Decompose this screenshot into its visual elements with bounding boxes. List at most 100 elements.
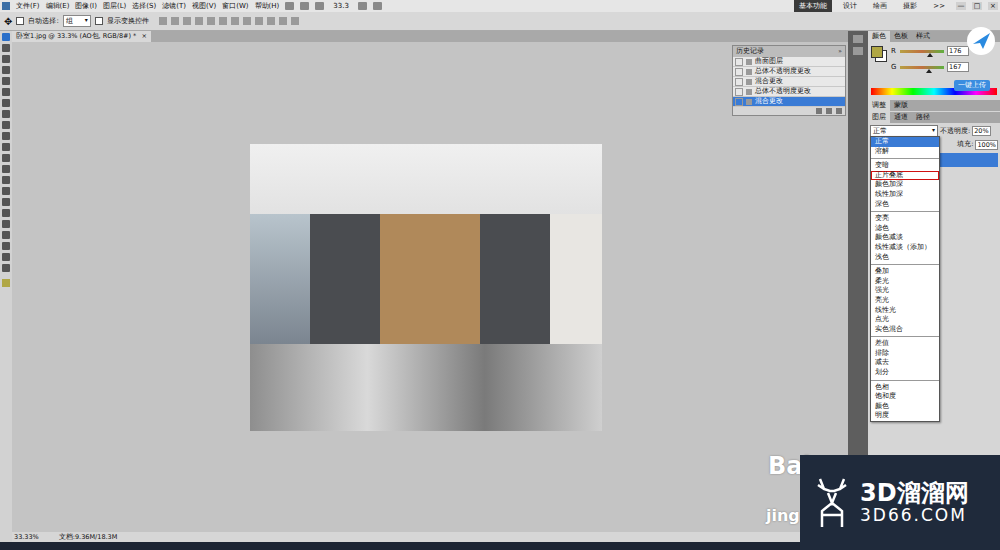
blend-mode-option[interactable]: 线性减淡（添加） (871, 243, 939, 253)
tool-icon[interactable] (2, 165, 10, 173)
tool-icon[interactable] (2, 220, 10, 228)
panel-tab[interactable]: 样式 (912, 31, 934, 42)
blend-mode-option[interactable]: 排除 (871, 349, 939, 359)
workspace-button[interactable]: 基本功能 (794, 0, 832, 12)
tool-icon[interactable] (2, 253, 10, 261)
blend-mode-option[interactable]: 滤色 (871, 224, 939, 234)
blend-mode-option[interactable]: 亮光 (871, 296, 939, 306)
arrange-icon[interactable] (358, 2, 367, 10)
panel-icon[interactable] (853, 47, 863, 55)
fill-field[interactable]: 100% (975, 140, 998, 150)
tool-icon[interactable] (2, 187, 10, 195)
blend-mode-option[interactable]: 溶解 (871, 147, 939, 157)
menu-item[interactable]: 滤镜(T) (162, 1, 186, 11)
workspace-more[interactable]: >> (928, 1, 950, 11)
align-icon[interactable] (171, 17, 179, 25)
align-icon[interactable] (267, 17, 275, 25)
menu-item[interactable]: 帮助(H) (255, 1, 280, 11)
tool-icon[interactable] (2, 55, 10, 63)
foreground-color-icon[interactable] (2, 279, 10, 287)
align-icon[interactable] (231, 17, 239, 25)
tool-icon[interactable] (2, 209, 10, 217)
zoom-field[interactable]: 33.3 (330, 2, 352, 10)
window-control[interactable]: × (988, 2, 998, 10)
tool-icon[interactable] (2, 231, 10, 239)
workspace-button[interactable]: 绘画 (868, 0, 892, 12)
menu-item[interactable]: 图像(I) (75, 1, 97, 11)
tool-icon[interactable] (2, 121, 10, 129)
history-item[interactable]: 曲面图层 (733, 57, 845, 67)
color-slider[interactable]: R 176 (891, 46, 969, 56)
menu-item[interactable]: 窗口(W) (222, 1, 248, 11)
panel-tab[interactable]: 蒙版 (890, 100, 912, 111)
align-icon[interactable] (195, 17, 203, 25)
tool-icon[interactable] (2, 198, 10, 206)
bridge-icon[interactable] (285, 2, 294, 10)
delete-icon[interactable] (836, 108, 842, 114)
canvas[interactable]: 历史记录» 曲面图层 总体不透明度更改 混合更改 总体不透明度更改 混合更改 (12, 42, 848, 532)
color-value-field[interactable]: 176 (947, 46, 969, 56)
blend-mode-option[interactable]: 变亮 (871, 214, 939, 224)
align-icon[interactable] (159, 17, 167, 25)
blend-mode-option[interactable]: 浅色 (871, 253, 939, 263)
history-item[interactable]: 总体不透明度更改 (733, 67, 845, 77)
new-snapshot-icon[interactable] (826, 108, 832, 114)
tool-icon[interactable] (2, 88, 10, 96)
align-icon[interactable] (291, 17, 299, 25)
auto-select-dropdown[interactable]: 组▾ (63, 15, 91, 27)
blend-mode-option[interactable]: 划分 (871, 368, 939, 378)
panel-tab[interactable]: 调整 (868, 100, 890, 111)
blend-mode-option[interactable]: 叠加 (871, 267, 939, 277)
blend-mode-option[interactable]: 饱和度 (871, 392, 939, 402)
workspace-button[interactable]: 摄影 (898, 0, 922, 12)
tool-icon[interactable] (2, 77, 10, 85)
auto-select-checkbox[interactable] (16, 17, 24, 25)
menu-item[interactable]: 编辑(E) (46, 1, 70, 11)
align-icon[interactable] (207, 17, 215, 25)
workspace-button[interactable]: 设计 (838, 0, 862, 12)
menu-item[interactable]: 图层(L) (103, 1, 126, 11)
history-panel[interactable]: 历史记录» 曲面图层 总体不透明度更改 混合更改 总体不透明度更改 混合更改 (732, 45, 846, 116)
tool-icon[interactable] (2, 33, 10, 41)
blend-mode-option[interactable]: 颜色减淡 (871, 233, 939, 243)
tool-icon[interactable] (2, 132, 10, 140)
blend-mode-option[interactable]: 深色 (871, 200, 939, 210)
menu-item[interactable]: 选择(S) (132, 1, 156, 11)
menu-item[interactable]: 文件(F) (16, 1, 40, 11)
history-item[interactable]: 混合更改 (733, 77, 845, 87)
align-icon[interactable] (183, 17, 191, 25)
align-icon[interactable] (255, 17, 263, 25)
history-item[interactable]: 混合更改 (733, 97, 845, 107)
tool-icon[interactable] (2, 66, 10, 74)
close-tab-button[interactable]: × (141, 32, 146, 40)
blend-mode-option[interactable]: 实色混合 (871, 325, 939, 335)
blend-mode-option[interactable]: 变暗 (871, 161, 939, 171)
tool-icon[interactable] (2, 99, 10, 107)
view-extras-icon[interactable] (315, 2, 324, 10)
status-zoom[interactable]: 33.33% (14, 533, 39, 541)
blend-mode-option[interactable]: 强光 (871, 286, 939, 296)
tool-icon[interactable] (2, 110, 10, 118)
window-control[interactable]: — (956, 2, 966, 10)
blend-mode-option[interactable]: 点光 (871, 315, 939, 325)
color-slider[interactable]: G 167 (891, 62, 969, 72)
blend-mode-option[interactable]: 正片叠底 (871, 171, 939, 181)
align-icon[interactable] (279, 17, 287, 25)
mini-bridge-icon[interactable] (300, 2, 309, 10)
panel-tab[interactable]: 图层 (868, 112, 890, 123)
tool-icon[interactable] (2, 143, 10, 151)
upload-bird-icon[interactable] (966, 26, 996, 56)
show-transform-checkbox[interactable] (95, 17, 103, 25)
blend-mode-option[interactable]: 柔光 (871, 277, 939, 287)
snapshot-icon[interactable] (816, 108, 822, 114)
blend-mode-option[interactable]: 色相 (871, 383, 939, 393)
tool-icon[interactable] (2, 176, 10, 184)
panel-tab[interactable]: 通道 (890, 112, 912, 123)
window-control[interactable]: □ (972, 2, 982, 10)
tool-icon[interactable] (2, 242, 10, 250)
panel-tab[interactable]: 色板 (890, 31, 912, 42)
tool-icon[interactable] (2, 154, 10, 162)
panel-tab[interactable]: 颜色 (868, 31, 890, 42)
panel-tab[interactable]: 路径 (912, 112, 934, 123)
blend-mode-option[interactable]: 差值 (871, 339, 939, 349)
